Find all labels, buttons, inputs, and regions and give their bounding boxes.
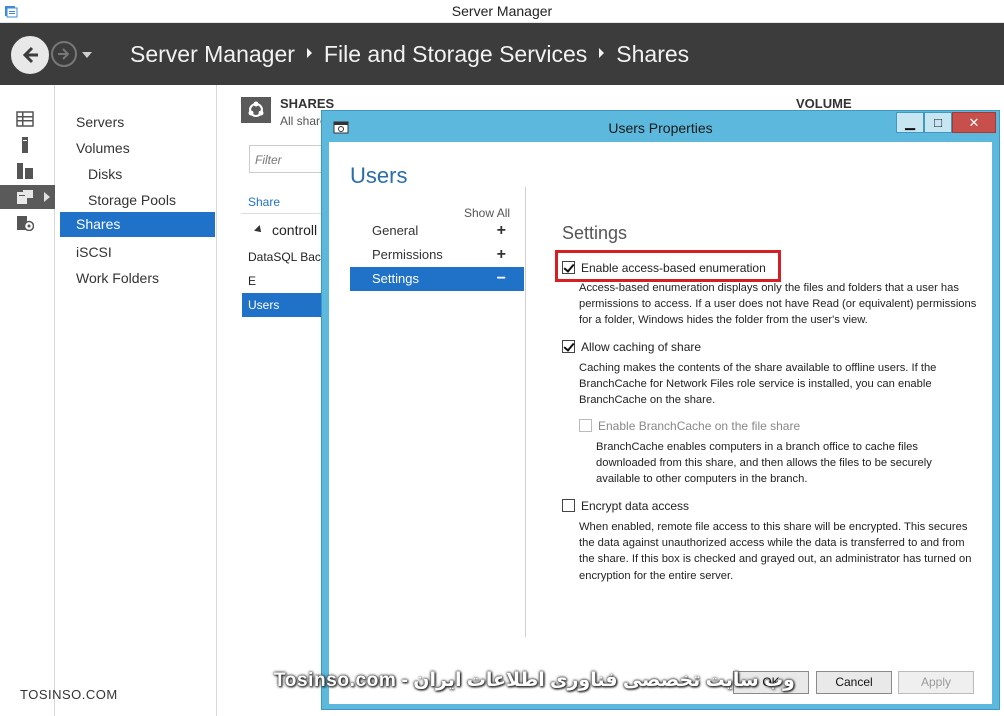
column-divider: [241, 213, 331, 214]
dialog-title-bar[interactable]: Users Properties ▁ □ ✕: [322, 111, 999, 142]
other-role-nav[interactable]: [0, 211, 55, 235]
nav-pane: Servers Volumes Disks Storage Pools Shar…: [59, 85, 217, 716]
file-storage-nav[interactable]: [0, 185, 55, 209]
expand-plus-icon: +: [496, 222, 506, 239]
branchcache-label: Enable BranchCache on the file share: [598, 419, 801, 433]
nav-item-work-folders[interactable]: Work Folders: [60, 266, 215, 291]
branchcache-description: BranchCache enables computers in a branc…: [596, 441, 932, 486]
cancel-button[interactable]: Cancel: [816, 671, 892, 694]
dialog-nav-permissions[interactable]: Permissions +: [350, 243, 524, 267]
dashboard-nav[interactable]: [0, 107, 55, 131]
shares-tile-icon: [241, 97, 271, 123]
abe-label: Enable access-based enumeration: [581, 261, 766, 275]
dialog-nav-label: General: [372, 223, 419, 238]
abe-option[interactable]: Enable access-based enumeration: [562, 261, 766, 275]
expand-arrow-icon: [44, 192, 50, 202]
share-row[interactable]: DataSQL Back: [242, 245, 332, 269]
expand-plus-icon: +: [496, 246, 506, 263]
column-header-share[interactable]: Share: [248, 195, 280, 209]
close-icon: ✕: [968, 115, 980, 130]
share-row-selected[interactable]: Users: [242, 293, 332, 317]
volume-title: VOLUME: [796, 96, 852, 111]
close-button[interactable]: ✕: [952, 112, 996, 133]
os-title-bar: Server Manager: [0, 0, 1004, 23]
maximize-button[interactable]: □: [924, 112, 952, 133]
back-arrow-icon: [22, 46, 38, 64]
nav-item-iscsi[interactable]: iSCSI: [60, 240, 215, 265]
collapse-triangle-icon: [254, 225, 264, 235]
apply-button[interactable]: Apply: [898, 671, 974, 694]
encrypt-option[interactable]: Encrypt data access: [562, 499, 689, 513]
abe-description: Access-based enumeration displays only t…: [579, 282, 977, 327]
local-server-icon: [22, 137, 28, 153]
server-group-label: controll: [272, 222, 318, 238]
maximize-icon: □: [934, 115, 942, 130]
shares-title: SHARES: [280, 96, 335, 111]
users-properties-dialog: Users Properties ▁ □ ✕ Users Show All Ge…: [321, 110, 1000, 710]
collapse-minus-icon: −: [496, 270, 506, 287]
local-server-nav[interactable]: [0, 133, 55, 157]
caching-checkbox[interactable]: [562, 340, 575, 353]
breadcrumb: Server Manager File and Storage Services S…: [130, 41, 689, 68]
forward-arrow-icon: [58, 48, 70, 60]
dialog-nav-label: Settings: [372, 271, 419, 286]
breadcrumb-shares: Shares: [616, 41, 690, 67]
encrypt-label: Encrypt data access: [581, 499, 690, 513]
encrypt-checkbox[interactable]: [562, 499, 575, 512]
breadcrumb-separator-icon: [306, 48, 312, 58]
forward-button[interactable]: [51, 41, 77, 67]
dialog-nav-label: Permissions: [372, 247, 443, 262]
dialog-divider: [525, 187, 526, 637]
branchcache-option[interactable]: Enable BranchCache on the file share: [579, 419, 800, 433]
dashboard-icon: [16, 111, 34, 127]
nav-item-shares[interactable]: Shares: [60, 212, 215, 237]
dialog-nav-settings[interactable]: Settings −: [350, 267, 524, 291]
caching-label: Allow caching of share: [581, 340, 702, 354]
role-icon: [17, 216, 34, 231]
breadcrumb-separator-icon: [599, 48, 605, 58]
watermark-center: وب سایت تخصصی فناوری اطلاعات ایران - Tos…: [274, 670, 795, 691]
breadcrumb-server-manager[interactable]: Server Manager: [130, 41, 295, 67]
branchcache-checkbox[interactable]: [579, 419, 592, 432]
file-storage-icon: [17, 190, 33, 204]
share-row[interactable]: E: [242, 269, 332, 293]
encrypt-description: When enabled, remote file access to this…: [579, 521, 972, 582]
dialog-heading: Users: [350, 163, 408, 188]
header-bar: Server Manager File and Storage Services S…: [0, 23, 1004, 85]
nav-item-servers[interactable]: Servers: [60, 110, 215, 135]
server-group-row[interactable]: controll: [254, 222, 318, 238]
history-dropdown-icon[interactable]: [82, 52, 92, 58]
caching-description: Caching makes the contents of the share …: [579, 362, 937, 407]
window-title: Server Manager: [451, 3, 553, 19]
dialog-body: Users Show All General + Permissions + S…: [329, 142, 992, 704]
nav-item-disks[interactable]: Disks: [60, 162, 215, 187]
minimize-icon: ▁: [905, 115, 915, 130]
show-all-link[interactable]: Show All: [464, 206, 510, 220]
shares-pane: SHARES All shares Filter Share controll …: [241, 85, 339, 716]
all-servers-nav[interactable]: [0, 159, 55, 183]
abe-checkbox[interactable]: [562, 261, 575, 274]
icon-rail: [0, 85, 55, 716]
nav-item-volumes[interactable]: Volumes: [60, 136, 215, 161]
nav-item-storage-pools[interactable]: Storage Pools: [60, 188, 215, 213]
breadcrumb-file-storage[interactable]: File and Storage Services: [324, 41, 587, 67]
watermark-left: TOSINSO.COM: [20, 687, 118, 702]
back-button[interactable]: [11, 36, 49, 74]
all-servers-icon: [17, 163, 33, 179]
settings-title: Settings: [562, 223, 628, 243]
caching-option[interactable]: Allow caching of share: [562, 340, 701, 354]
dialog-nav-general[interactable]: General +: [350, 219, 524, 243]
minimize-button[interactable]: ▁: [896, 112, 924, 133]
